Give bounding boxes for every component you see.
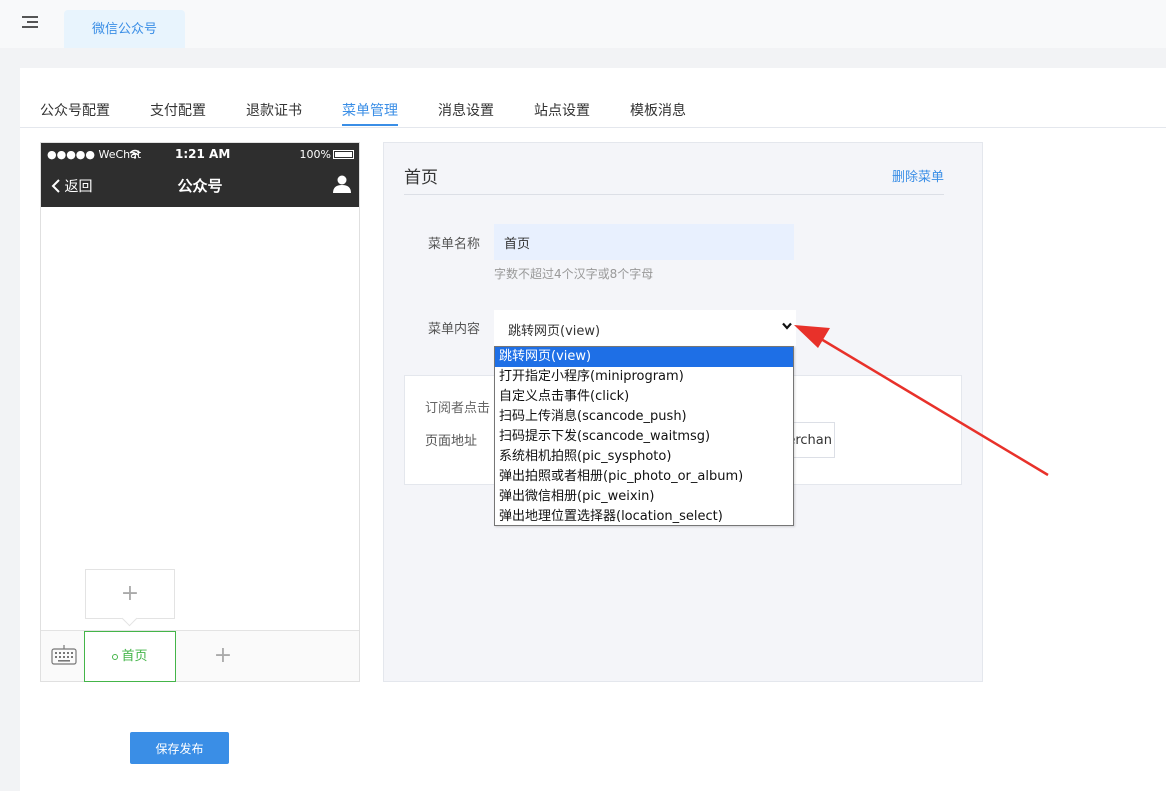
tab-account-config[interactable]: 公众号配置 <box>40 100 110 120</box>
menu-name-input[interactable] <box>494 224 794 260</box>
menu-content-label: 菜单内容 <box>428 322 481 337</box>
menu-content-value: 跳转网页(view) <box>508 324 601 339</box>
add-submenu-button[interactable]: + <box>85 569 175 619</box>
divider <box>404 194 944 195</box>
battery-percent: 100% <box>299 148 331 161</box>
phone-header: ●●●●● WeChat 1:21 AM 100% 返回 公众号 <box>41 143 359 207</box>
tab-message-settings[interactable]: 消息设置 <box>438 100 494 120</box>
subscriber-click-text: 订阅者点击 <box>425 401 491 416</box>
menu-dot-icon <box>112 653 119 660</box>
menu-name-hint: 字数不超过4个汉字或8个字母 <box>494 267 654 281</box>
tab-menu-management[interactable]: 菜单管理 <box>342 100 398 126</box>
tab-wechat-official-account[interactable]: 微信公众号 <box>64 10 185 48</box>
option-scancode-waitmsg[interactable]: 扫码提示下发(scancode_waitmsg) <box>495 427 793 447</box>
option-location-select[interactable]: 弹出地理位置选择器(location_select) <box>495 507 793 527</box>
option-scancode-push[interactable]: 扫码上传消息(scancode_push) <box>495 407 793 427</box>
phone-preview: ●●●●● WeChat 1:21 AM 100% 返回 公众号 + 首页 + <box>40 142 360 682</box>
phone-menu-bar: 首页 + <box>41 630 359 682</box>
config-tabs: 公众号配置 支付配置 退款证书 菜单管理 消息设置 站点设置 模板消息 <box>20 96 1166 128</box>
annotation-arrow-icon <box>794 325 1049 477</box>
hamburger-menu-icon[interactable] <box>22 16 38 30</box>
option-click[interactable]: 自定义点击事件(click) <box>495 387 793 407</box>
battery-icon <box>333 150 354 159</box>
option-view[interactable]: 跳转网页(view) <box>495 347 793 367</box>
wifi-icon <box>129 149 141 159</box>
option-pic-weixin[interactable]: 弹出微信相册(pic_weixin) <box>495 487 793 507</box>
delete-menu-link[interactable]: 删除菜单 <box>892 166 944 185</box>
tab-payment-config[interactable]: 支付配置 <box>150 100 206 120</box>
tab-site-settings[interactable]: 站点设置 <box>534 100 590 120</box>
phone-title: 公众号 <box>177 177 223 195</box>
add-menu-button[interactable]: + <box>203 631 243 682</box>
tab-refund-certificate[interactable]: 退款证书 <box>246 100 302 120</box>
tab-template-messages[interactable]: 模板消息 <box>630 100 686 120</box>
carrier-status: ●●●●● WeChat <box>47 148 142 161</box>
editor-title: 首页 <box>404 168 438 188</box>
status-time: 1:21 AM <box>175 147 231 161</box>
menu-item-label: 首页 <box>121 649 148 664</box>
option-pic-photo-or-album[interactable]: 弹出拍照或者相册(pic_photo_or_album) <box>495 467 793 487</box>
menu-item-home[interactable]: 首页 <box>84 631 176 682</box>
option-miniprogram[interactable]: 打开指定小程序(miniprogram) <box>495 367 793 387</box>
option-pic-sysphoto[interactable]: 系统相机拍照(pic_sysphoto) <box>495 447 793 467</box>
menu-content-dropdown: 跳转网页(view) 打开指定小程序(miniprogram) 自定义点击事件(… <box>494 346 794 526</box>
top-bar: 微信公众号 <box>0 0 1166 48</box>
save-publish-button[interactable]: 保存发布 <box>130 732 229 764</box>
keyboard-icon[interactable] <box>51 645 77 665</box>
page-url-label: 页面地址 <box>425 434 478 449</box>
menu-content-select[interactable]: 跳转网页(view) <box>494 310 796 346</box>
menu-name-label: 菜单名称 <box>428 237 481 252</box>
user-icon <box>333 175 351 193</box>
